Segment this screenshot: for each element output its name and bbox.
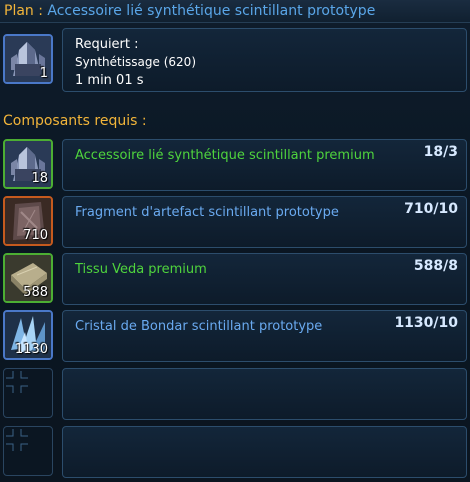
component-panel: Tissu Veda premium 588/8 (62, 253, 467, 305)
empty-component-panel (62, 368, 467, 420)
component-count: 18/3 (423, 144, 458, 160)
result-item-slot[interactable]: 1 (3, 34, 53, 84)
empty-component-row (3, 368, 467, 420)
empty-slot[interactable] (3, 426, 53, 476)
component-panel: Cristal de Bondar scintillant prototype … (62, 310, 467, 362)
component-stock: 710 (23, 228, 48, 243)
component-row: 710 Fragment d'artefact scintillant prot… (3, 196, 467, 248)
crafting-schematic-window: Plan : Accessoire lié synthétique scinti… (0, 0, 470, 482)
component-count: 1130/10 (394, 315, 458, 331)
component-slot[interactable]: 588 (3, 253, 53, 303)
component-name: Accessoire lié synthétique scintillant p… (75, 148, 375, 163)
empty-slot-icon (6, 429, 28, 451)
component-row: 588 Tissu Veda premium 588/8 (3, 253, 467, 305)
schematic-name: Accessoire lié synthétique scintillant p… (47, 3, 376, 19)
title-prefix: Plan : (4, 3, 43, 19)
component-stock: 18 (31, 171, 48, 186)
empty-slot[interactable] (3, 368, 53, 418)
empty-component-row (3, 426, 467, 478)
result-item-qty: 1 (39, 66, 48, 81)
requirement-panel: Requiert : Synthétissage (620) 1 min 01 … (62, 28, 467, 92)
requires-label: Requiert : (75, 37, 139, 52)
component-panel: Fragment d'artefact scintillant prototyp… (62, 196, 467, 248)
requirement-row: 1 Requiert : Synthétissage (620) 1 min 0… (3, 28, 467, 94)
component-row: 1130 Cristal de Bondar scintillant proto… (3, 310, 467, 362)
component-count: 710/10 (404, 201, 458, 217)
component-name: Cristal de Bondar scintillant prototype (75, 319, 323, 334)
component-row: 18 Accessoire lié synthétique scintillan… (3, 139, 467, 191)
component-name: Fragment d'artefact scintillant prototyp… (75, 205, 339, 220)
empty-slot-icon (6, 371, 28, 393)
empty-component-panel (62, 426, 467, 478)
component-slot[interactable]: 710 (3, 196, 53, 246)
component-name: Tissu Veda premium (75, 262, 207, 277)
component-count: 588/8 (413, 258, 458, 274)
components-header: Composants requis : (3, 113, 147, 129)
required-skill: Synthétissage (620) (75, 55, 196, 69)
component-stock: 588 (23, 285, 48, 300)
craft-time: 1 min 01 s (75, 73, 144, 88)
component-stock: 1130 (14, 342, 48, 357)
component-slot[interactable]: 18 (3, 139, 53, 189)
component-slot[interactable]: 1130 (3, 310, 53, 360)
component-panel: Accessoire lié synthétique scintillant p… (62, 139, 467, 191)
title-bar: Plan : Accessoire lié synthétique scinti… (0, 0, 470, 23)
